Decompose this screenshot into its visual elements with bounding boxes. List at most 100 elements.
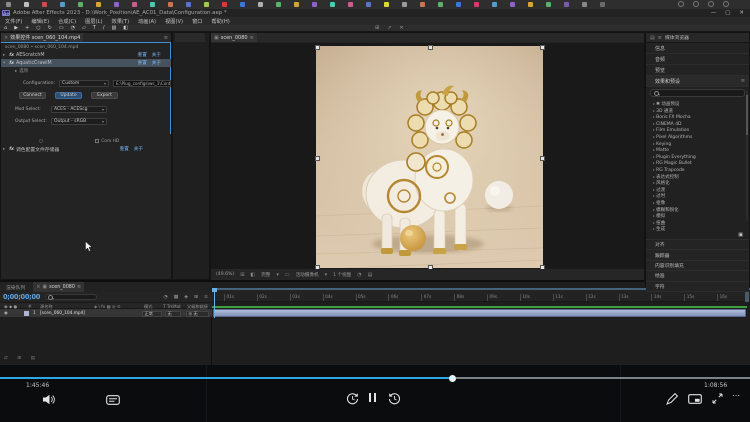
effect-name[interactable]: 调色配置文件存储器: [16, 146, 59, 153]
tool-icon[interactable]: ▱: [82, 25, 86, 31]
effect-category-item[interactable]: Pixel Algorithms: [653, 134, 749, 141]
rewind-button-icon[interactable]: [346, 392, 359, 405]
effect-category-item[interactable]: ✱ 动画预设: [653, 101, 749, 108]
about-link[interactable]: 关于: [134, 146, 143, 152]
bookmark-icon[interactable]: [384, 2, 389, 7]
pause-button-icon[interactable]: [369, 393, 376, 402]
menu-item[interactable]: 动画(A): [138, 18, 156, 25]
panel-menu-icon[interactable]: ≡: [250, 35, 254, 41]
effect-row[interactable]: ▸ fx AEScratchM 重置 关于: [1, 51, 171, 59]
magnification-dropdown[interactable]: (49.6%): [216, 272, 234, 277]
tool-icon[interactable]: ◧: [123, 25, 128, 31]
tool-icon[interactable]: +: [25, 25, 29, 31]
effect-category-item[interactable]: RG Trapcode: [653, 167, 749, 174]
edit-pencil-icon[interactable]: [666, 393, 678, 405]
tool-icon[interactable]: ▨: [112, 25, 117, 31]
bookmark-icon[interactable]: [330, 2, 335, 7]
timeline-toggle-icon[interactable]: ▦: [174, 295, 179, 300]
expand-arrow-icon[interactable]: ▸: [3, 53, 5, 58]
effect-name[interactable]: AEScratchM: [16, 53, 45, 58]
selection-handle[interactable]: [428, 45, 433, 50]
timeline-button-icon[interactable]: ▤: [368, 272, 373, 278]
effect-row-selected[interactable]: ▾ fx AquaticCrawlM 重置 关于: [1, 59, 171, 67]
reset-link[interactable]: 重置: [138, 60, 147, 66]
export-button[interactable]: Export: [91, 92, 118, 99]
layer-duration-bar[interactable]: [213, 309, 746, 317]
timeline-toggle-icon[interactable]: ⊞: [194, 295, 198, 300]
new-folder-icon[interactable]: ▣: [738, 232, 743, 238]
bookmark-icon[interactable]: [294, 2, 299, 7]
bookmark-icon[interactable]: [204, 2, 209, 7]
tab-effect-controls[interactable]: × 效果控件 scen_060_104.mp4: [1, 33, 83, 42]
bookmark-ring-icon[interactable]: [693, 1, 699, 7]
grid-options-icon[interactable]: ⊞: [240, 272, 244, 278]
bookmark-icon[interactable]: [96, 2, 101, 7]
tab-render-queue[interactable]: 渲染队列: [6, 284, 25, 291]
progress-thumb[interactable]: [449, 375, 456, 382]
bookmark-icon[interactable]: [474, 2, 479, 7]
effect-category-item[interactable]: Film Emulation: [653, 127, 749, 134]
collapsed-panel-tab[interactable]: 对齐: [646, 240, 749, 250]
bookmark-icon[interactable]: [510, 2, 515, 7]
tab-timeline-comp[interactable]: × ▣ scen_0080 ≡: [33, 282, 84, 292]
tool-icon[interactable]: ◔: [71, 25, 75, 31]
bookmark-icon[interactable]: [600, 2, 605, 7]
selection-handle[interactable]: [540, 156, 545, 161]
tool-icon[interactable]: /: [103, 25, 105, 31]
tool-icon[interactable]: ⌂: [4, 25, 7, 31]
danmaku-toggle-icon[interactable]: [106, 395, 120, 405]
configuration-dropdown[interactable]: Custom▾: [59, 80, 109, 87]
bookmark-icon[interactable]: [348, 2, 353, 7]
collapsed-panel-tab[interactable]: 音频: [646, 54, 749, 65]
fullscreen-icon[interactable]: [712, 393, 723, 404]
eye-icon[interactable]: ◉: [4, 311, 8, 316]
trkmat-dropdown[interactable]: 无: [165, 311, 181, 317]
tab-close-icon[interactable]: ×: [36, 284, 40, 290]
about-link[interactable]: 关于: [152, 60, 161, 66]
config-path-field[interactable]: E:\Plug_configs\ws_1\Configura: [113, 80, 171, 87]
right-panel-header[interactable]: ▤ ≡ 媒体浏览器: [646, 33, 749, 43]
menu-item[interactable]: 效果(T): [112, 18, 130, 25]
collapsed-panel-tab[interactable]: 信息: [646, 43, 749, 54]
camera-view-dropdown[interactable]: 活动摄像机: [296, 272, 319, 278]
mask-toggle-icon[interactable]: ◧: [250, 272, 255, 278]
timeline-footer-toggles[interactable]: ⇄ ⊞ ▤: [4, 356, 39, 361]
toolbar-right-icon[interactable]: ↗: [387, 25, 391, 31]
close-button[interactable]: ✕: [739, 10, 744, 16]
selection-handle[interactable]: [315, 156, 320, 161]
bookmark-icon[interactable]: [222, 2, 227, 7]
tool-icon[interactable]: ○: [36, 25, 40, 31]
effect-category-item[interactable]: Matte: [653, 147, 749, 154]
selection-handle[interactable]: [540, 45, 545, 50]
output-select-dropdown[interactable]: Output - sRGB▾: [51, 118, 107, 125]
layer-row[interactable]: ◉ 1 [scen_060_104.mp4] 正常 无 ◎ 无: [0, 309, 212, 317]
menu-item[interactable]: 编辑(E): [31, 18, 49, 25]
layer-source-name[interactable]: [scen_060_104.mp4]: [40, 311, 85, 316]
more-options-icon[interactable]: ⋯: [732, 391, 741, 400]
stopwatch-icon[interactable]: ○: [39, 139, 43, 144]
empty-panel-tab[interactable]: [175, 33, 205, 42]
effect-category-item[interactable]: 过时: [653, 193, 749, 200]
region-of-interest-icon[interactable]: ▭: [285, 272, 290, 278]
bookmark-icon[interactable]: [366, 2, 371, 7]
update-button[interactable]: Update: [55, 92, 82, 99]
timeline-toggle-icon[interactable]: ◈: [184, 295, 188, 300]
bookmark-icon[interactable]: [258, 2, 263, 7]
bookmark-icon[interactable]: [492, 2, 497, 7]
bookmark-icon[interactable]: [528, 2, 533, 7]
effect-category-item[interactable]: CINEMA 4D: [653, 121, 749, 128]
bookmark-ring-icon[interactable]: [678, 1, 684, 7]
label-color-swatch[interactable]: [24, 311, 29, 316]
bookmark-icon[interactable]: [42, 2, 47, 7]
collapsed-panel-tab[interactable]: 跟踪器: [646, 250, 749, 260]
blend-mode-dropdown[interactable]: 正常: [142, 311, 162, 317]
effect-category-item[interactable]: Plugin Everything: [653, 154, 749, 161]
bookmark-icon[interactable]: [150, 2, 155, 7]
scrollbar-thumb[interactable]: [746, 95, 748, 135]
bookmark-icon[interactable]: [114, 2, 119, 7]
progress-bar-remaining[interactable]: [452, 377, 750, 379]
effects-search-input[interactable]: [650, 89, 745, 97]
collapsed-panel-tab[interactable]: 字符: [646, 282, 749, 292]
maximize-button[interactable]: ▢: [725, 10, 730, 16]
tool-icon[interactable]: T: [93, 25, 96, 31]
